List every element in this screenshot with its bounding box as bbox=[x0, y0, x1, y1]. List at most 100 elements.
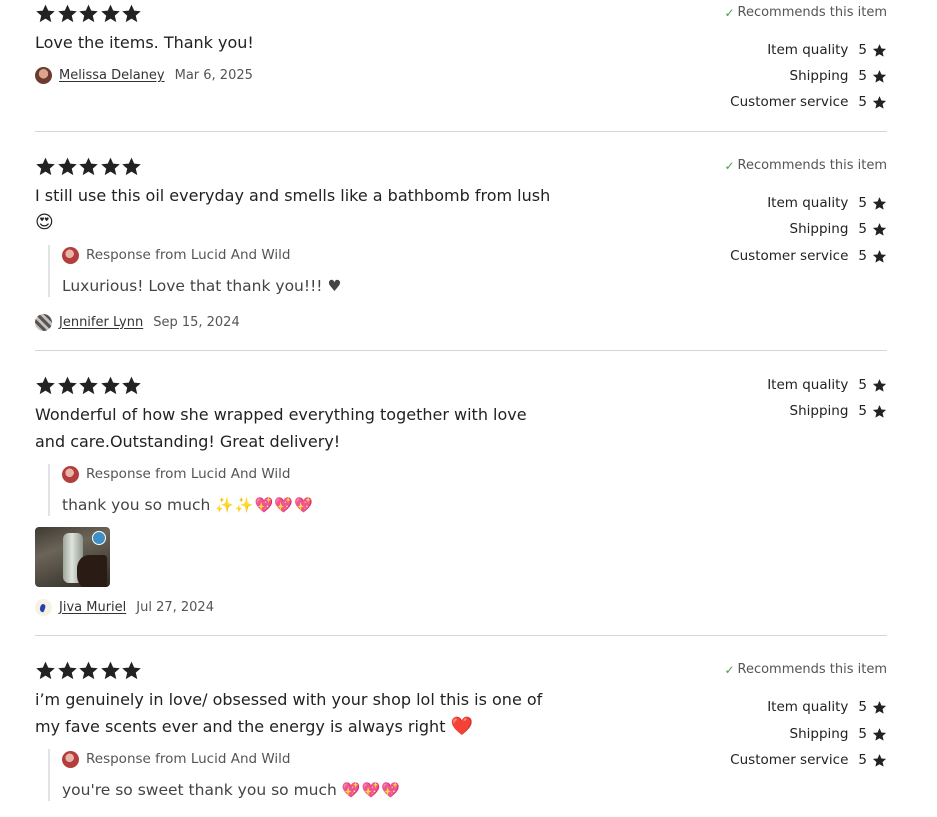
star-rating bbox=[35, 375, 143, 396]
star-icon bbox=[57, 3, 78, 24]
rating-label: Item quality bbox=[767, 699, 849, 715]
red-heart-emoji-icon: ❤️ bbox=[450, 716, 473, 737]
recommends-text: Recommends this item bbox=[737, 5, 888, 20]
review-text: Love the items. Thank you! bbox=[35, 29, 560, 56]
rating-label: Customer service bbox=[730, 94, 849, 110]
rating-shipping: Shipping 5 bbox=[790, 66, 888, 86]
rating-customer-service: Customer service 5 bbox=[730, 92, 887, 112]
rating-value: 5 bbox=[858, 377, 867, 393]
review-text-body: Love the items. Thank you! bbox=[35, 33, 254, 52]
avatar[interactable] bbox=[35, 313, 52, 331]
star-icon bbox=[872, 69, 887, 84]
review-text-body: I still use this oil everyday and smells… bbox=[35, 186, 551, 205]
review-photo[interactable] bbox=[35, 527, 110, 587]
review-item: Love the items. Thank you! Melissa Delan… bbox=[35, 0, 887, 131]
star-icon bbox=[872, 727, 887, 742]
rating-value: 5 bbox=[858, 68, 867, 84]
star-rating bbox=[35, 156, 143, 177]
rating-breakdown: ✓ Recommends this item Item quality 5 Sh… bbox=[627, 0, 887, 120]
rating-value: 5 bbox=[858, 752, 867, 768]
recommends-text: Recommends this item bbox=[737, 158, 888, 173]
star-icon bbox=[121, 660, 142, 681]
rating-customer-service: Customer service 5 bbox=[730, 246, 887, 266]
shop-avatar bbox=[62, 465, 79, 483]
response-header: Response from Lucid And Wild bbox=[62, 245, 341, 265]
star-icon bbox=[35, 375, 56, 396]
shop-response: Response from Lucid And Wild you're so s… bbox=[48, 749, 401, 801]
rating-shipping: Shipping 5 bbox=[790, 724, 888, 744]
response-from: Response from Lucid And Wild bbox=[86, 466, 291, 482]
recommends-badge: ✓ Recommends this item bbox=[724, 662, 887, 677]
response-from: Response from Lucid And Wild bbox=[86, 751, 291, 767]
star-icon bbox=[57, 375, 78, 396]
rating-shipping: Shipping 5 bbox=[790, 401, 888, 421]
shop-response: Response from Lucid And Wild Luxurious! … bbox=[48, 245, 341, 297]
rating-customer-service: Customer service 5 bbox=[730, 750, 887, 770]
star-icon bbox=[121, 375, 142, 396]
avatar[interactable] bbox=[35, 66, 52, 84]
rating-value: 5 bbox=[858, 221, 867, 237]
rating-breakdown: ✓ Recommends this item Item quality 5 Sh… bbox=[627, 153, 887, 273]
divider bbox=[35, 131, 887, 132]
review-author: Jiva Muriel Jul 27, 2024 bbox=[35, 597, 214, 617]
recommends-text: Recommends this item bbox=[737, 662, 888, 677]
shop-avatar bbox=[62, 750, 79, 768]
divider bbox=[35, 350, 887, 351]
check-icon: ✓ bbox=[724, 662, 735, 677]
rating-value: 5 bbox=[858, 42, 867, 58]
check-icon: ✓ bbox=[724, 158, 735, 173]
star-icon bbox=[872, 700, 887, 715]
response-text-body: you're so sweet thank you so much bbox=[62, 781, 337, 799]
rating-breakdown: Item quality 5 Shipping 5 bbox=[627, 372, 887, 432]
rating-breakdown: ✓ Recommends this item Item quality 5 Sh… bbox=[627, 657, 887, 777]
review-author: Jennifer Lynn Sep 15, 2024 bbox=[35, 312, 240, 332]
star-icon bbox=[121, 3, 142, 24]
rating-item-quality: Item quality 5 bbox=[767, 697, 887, 717]
star-icon bbox=[78, 3, 99, 24]
shop-response: Response from Lucid And Wild thank you s… bbox=[48, 464, 314, 516]
rating-item-quality: Item quality 5 bbox=[767, 375, 887, 395]
avatar[interactable] bbox=[35, 598, 52, 616]
star-icon bbox=[121, 156, 142, 177]
star-icon bbox=[100, 660, 121, 681]
review-text: i’m genuinely in love/ obsessed with you… bbox=[35, 686, 560, 740]
response-text: thank you so much ✨✨💖💖💖 bbox=[62, 494, 314, 516]
recommends-badge: ✓ Recommends this item bbox=[724, 5, 887, 20]
author-name-link[interactable]: Jennifer Lynn bbox=[59, 315, 143, 330]
star-icon bbox=[872, 249, 887, 264]
response-from: Response from Lucid And Wild bbox=[86, 247, 291, 263]
star-icon bbox=[872, 95, 887, 110]
star-icon bbox=[35, 3, 56, 24]
response-header: Response from Lucid And Wild bbox=[62, 464, 314, 484]
rating-label: Item quality bbox=[767, 42, 849, 58]
review-text-body: Wonderful of how she wrapped everything … bbox=[35, 405, 527, 451]
response-header: Response from Lucid And Wild bbox=[62, 749, 401, 769]
star-icon bbox=[78, 375, 99, 396]
rating-label: Shipping bbox=[789, 68, 849, 84]
rating-label: Item quality bbox=[767, 377, 849, 393]
star-icon bbox=[78, 660, 99, 681]
rating-label: Shipping bbox=[789, 221, 849, 237]
sparkles-hearts-emoji-icon: ✨✨💖💖💖 bbox=[215, 496, 314, 514]
review-item: I still use this oil everyday and smells… bbox=[35, 153, 887, 350]
rating-value: 5 bbox=[858, 248, 867, 264]
review-date: Sep 15, 2024 bbox=[153, 314, 240, 330]
author-name-link[interactable]: Jiva Muriel bbox=[59, 600, 126, 615]
sparkling-heart-emoji-icon: 💖💖💖 bbox=[341, 781, 401, 799]
rating-value: 5 bbox=[858, 699, 867, 715]
review-text: I still use this oil everyday and smells… bbox=[35, 182, 560, 236]
author-name-link[interactable]: Melissa Delaney bbox=[59, 68, 165, 83]
star-icon bbox=[872, 196, 887, 211]
star-icon bbox=[35, 660, 56, 681]
rating-item-quality: Item quality 5 bbox=[767, 193, 887, 213]
review-text: Wonderful of how she wrapped everything … bbox=[35, 401, 560, 455]
response-text: you're so sweet thank you so much 💖💖💖 bbox=[62, 779, 401, 801]
rating-value: 5 bbox=[858, 94, 867, 110]
star-icon bbox=[78, 156, 99, 177]
review-author: Melissa Delaney Mar 6, 2025 bbox=[35, 65, 253, 85]
star-icon bbox=[100, 3, 121, 24]
review-date: Jul 27, 2024 bbox=[136, 599, 214, 615]
rating-value: 5 bbox=[858, 195, 867, 211]
recommends-badge: ✓ Recommends this item bbox=[724, 158, 887, 173]
star-icon bbox=[100, 156, 121, 177]
